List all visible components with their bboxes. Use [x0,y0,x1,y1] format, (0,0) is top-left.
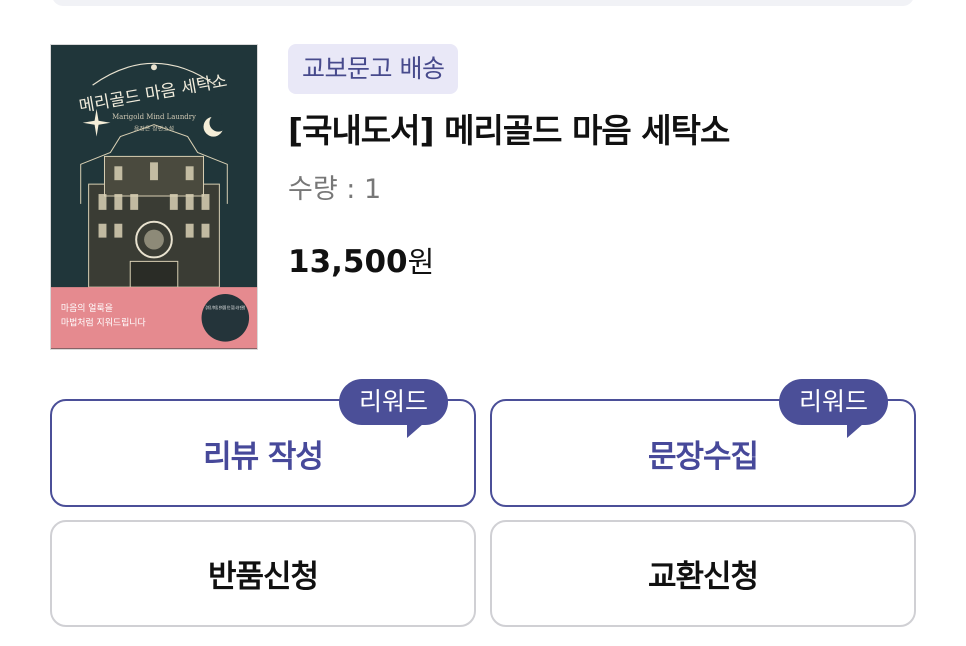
product-title[interactable]: [국내도서] 메리골드 마음 세탁소 [288,108,920,154]
price-value: 13,500 [288,244,408,280]
exchange-request-button[interactable]: 교환신청 [490,520,916,627]
book-cover[interactable]: 메리골드 마음 세탁소 Marigold Mind Laundry 윤정은 장편… [50,44,258,350]
reward-tag: 리워드 [338,379,448,438]
cover-tagline-2: 마법처럼 지워드립니다 [61,317,146,329]
return-request-button[interactable]: 반품신청 [50,520,476,627]
cover-subtitle: Marigold Mind Laundry [112,113,196,121]
price: 13,500원 [288,240,920,284]
cover-stamp: 김미경, 박미정, 현미정을 잇는 힐링 소설 판권왕 [206,304,246,310]
write-review-label: 리뷰 작성 [203,438,324,475]
order-item: 메리골드 마음 세탁소 Marigold Mind Laundry 윤정은 장편… [50,44,920,350]
previous-card-edge [52,0,914,6]
cover-author: 윤정은 장편소설 [134,125,174,133]
product-info: 교보문고 배송 [국내도서] 메리골드 마음 세탁소 수량 : 1 13,500… [288,44,920,284]
return-request-label: 반품신청 [207,559,319,595]
price-unit: 원 [407,245,435,279]
collect-sentence-button[interactable]: 문장수집 리워드 [490,379,916,507]
write-review-button[interactable]: 리뷰 작성 리워드 [50,379,476,507]
quantity-label: 수량 : 1 [288,174,382,205]
collect-sentence-label: 문장수집 [647,438,759,475]
cover-tagline-1: 마음의 얼룩을 [61,303,113,314]
reward-tag: 리워드 [778,379,888,438]
exchange-request-label: 교환신청 [647,559,759,595]
delivery-badge: 교보문고 배송 [288,44,459,94]
